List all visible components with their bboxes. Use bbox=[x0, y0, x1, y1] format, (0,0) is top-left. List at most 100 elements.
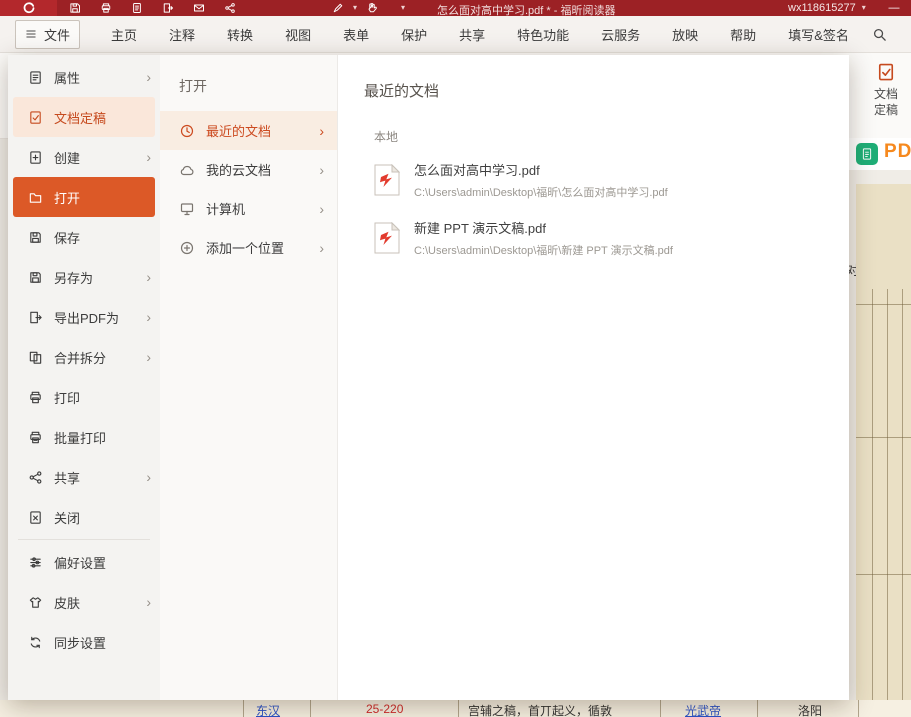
file-name: 新建 PPT 演示文稿.pdf bbox=[414, 218, 673, 237]
table-cell-dynasty: 东汉 bbox=[256, 702, 280, 717]
submenu-arrow-icon: › bbox=[146, 150, 151, 164]
save-as-icon bbox=[28, 270, 43, 285]
account-menu[interactable]: wx118615277 ▾ bbox=[788, 2, 866, 14]
submenu-arrow-icon: › bbox=[146, 350, 151, 364]
computer-icon bbox=[179, 201, 195, 217]
file-menu-properties[interactable]: 属性 › bbox=[8, 57, 160, 97]
document-area: 对象 bbox=[845, 170, 911, 700]
menu-protect[interactable]: 保护 bbox=[401, 25, 427, 44]
file-menu-open[interactable]: 打开 › bbox=[13, 177, 155, 217]
submenu-arrow-icon: › bbox=[146, 310, 151, 324]
file-menu-skin[interactable]: 皮肤 › bbox=[8, 582, 160, 622]
file-menu-create[interactable]: 创建 › bbox=[8, 137, 160, 177]
pdf-file-icon bbox=[374, 222, 400, 254]
menu-home[interactable]: 主页 bbox=[111, 25, 137, 44]
open-panel-title: 打开 bbox=[160, 55, 337, 111]
minimize-button[interactable]: — bbox=[884, 0, 904, 15]
open-submenu-panel: 打开 最近的文档 › 我的云文档 › 计算机 › 添加一个位置 › bbox=[160, 55, 338, 700]
menu-comment[interactable]: 注释 bbox=[169, 25, 195, 44]
menu-share[interactable]: 共享 bbox=[459, 25, 485, 44]
file-menu-save-as[interactable]: 另存为 › bbox=[8, 257, 160, 297]
cloud-icon bbox=[179, 162, 195, 178]
menu-present[interactable]: 放映 bbox=[672, 25, 698, 44]
file-menu-close[interactable]: 关闭 › bbox=[8, 497, 160, 537]
table-cell-emperor: 光武帝 bbox=[685, 702, 721, 717]
combine-split-icon bbox=[28, 350, 43, 365]
submenu-arrow-icon: › bbox=[319, 163, 324, 177]
share-icon[interactable] bbox=[224, 2, 236, 14]
file-menu-export-pdf[interactable]: 导出PDF为 › bbox=[8, 297, 160, 337]
create-icon bbox=[28, 150, 43, 165]
hamburger-icon bbox=[25, 28, 37, 40]
pdf-converter-widget[interactable]: PD bbox=[845, 138, 911, 170]
menu-features[interactable]: 特色功能 bbox=[517, 25, 569, 44]
clock-icon bbox=[179, 123, 195, 139]
document-table-row: 东汉 25-220 宫辅之稿，首丌起义，循敦 光武帝 洛阳 bbox=[0, 700, 911, 717]
open-recent-documents[interactable]: 最近的文档 › bbox=[160, 111, 337, 150]
open-add-place[interactable]: 添加一个位置 › bbox=[160, 228, 337, 267]
batch-print-icon bbox=[28, 430, 43, 445]
sync-icon bbox=[28, 635, 43, 650]
table-line bbox=[858, 700, 859, 717]
file-menu-print[interactable]: 打印 › bbox=[8, 377, 160, 417]
submenu-arrow-icon: › bbox=[146, 70, 151, 84]
file-menu-share[interactable]: 共享 › bbox=[8, 457, 160, 497]
page-table-line bbox=[856, 574, 911, 575]
file-menu-sync-settings[interactable]: 同步设置 › bbox=[8, 622, 160, 662]
file-menu-batch-print[interactable]: 批量打印 › bbox=[8, 417, 160, 457]
file-menu-sidebar: 属性 › 文档定稿 › 创建 › 打开 › 保存 › bbox=[8, 55, 160, 700]
menu-convert[interactable]: 转换 bbox=[227, 25, 253, 44]
search-icon[interactable] bbox=[872, 27, 887, 42]
share-icon bbox=[28, 470, 43, 485]
table-line bbox=[458, 700, 459, 717]
hand-tool-icon[interactable] bbox=[366, 2, 378, 14]
recent-file-row[interactable]: 怎么面对高中学习.pdf C:\Users\admin\Desktop\福昕\怎… bbox=[364, 151, 829, 209]
menu-help[interactable]: 帮助 bbox=[730, 25, 756, 44]
foxit-logo[interactable] bbox=[0, 0, 57, 16]
menu-file[interactable]: 文件 bbox=[15, 20, 80, 49]
menubar: 文件 主页 注释 转换 视图 表单 保护 共享 特色功能 云服务 放映 帮助 填… bbox=[0, 16, 911, 53]
menu-cloud[interactable]: 云服务 bbox=[601, 25, 640, 44]
file-menu-preferences[interactable]: 偏好设置 › bbox=[8, 542, 160, 582]
export-icon[interactable] bbox=[162, 2, 174, 14]
file-path: C:\Users\admin\Desktop\福昕\怎么面对高中学习.pdf bbox=[414, 184, 668, 200]
table-cell-capital: 洛阳 bbox=[798, 702, 822, 717]
page-table-line bbox=[856, 437, 911, 438]
save-icon bbox=[28, 230, 43, 245]
file-menu-save[interactable]: 保存 › bbox=[8, 217, 160, 257]
local-section-label: 本地 bbox=[374, 128, 829, 145]
table-cell-years: 25-220 bbox=[366, 702, 403, 716]
submenu-arrow-icon: › bbox=[146, 595, 151, 609]
tool-dropdown-caret-icon[interactable]: ▾ bbox=[353, 4, 357, 12]
recent-file-row[interactable]: 新建 PPT 演示文稿.pdf C:\Users\admin\Desktop\福… bbox=[364, 209, 829, 267]
preferences-icon bbox=[28, 555, 43, 570]
file-path: C:\Users\admin\Desktop\福昕\新建 PPT 演示文稿.pd… bbox=[414, 242, 673, 258]
menu-fill-sign[interactable]: 填写&签名 bbox=[788, 25, 849, 44]
save-icon[interactable] bbox=[69, 2, 81, 14]
file-menu-finalize[interactable]: 文档定稿 › bbox=[13, 97, 155, 137]
account-caret-icon: ▾ bbox=[862, 4, 866, 12]
highlight-tool-icon[interactable] bbox=[332, 2, 344, 14]
pdf-file-icon bbox=[374, 164, 400, 196]
page-table-line bbox=[902, 289, 903, 700]
table-line bbox=[243, 700, 244, 717]
add-place-icon bbox=[179, 240, 195, 256]
document-icon[interactable] bbox=[131, 2, 143, 14]
page-table-line bbox=[887, 289, 888, 700]
open-computer[interactable]: 计算机 › bbox=[160, 189, 337, 228]
file-backstage-panel: 属性 › 文档定稿 › 创建 › 打开 › 保存 › bbox=[8, 55, 849, 700]
recent-documents-title: 最近的文档 bbox=[364, 80, 829, 101]
export-pdf-icon bbox=[28, 310, 43, 325]
mail-icon[interactable] bbox=[193, 2, 205, 14]
file-menu-combine-split[interactable]: 合并拆分 › bbox=[8, 337, 160, 377]
app-window: 文档 定稿 PD 对象 东汉 25-220 宫辅之稿，首丌起义， bbox=[0, 0, 911, 717]
open-cloud-documents[interactable]: 我的云文档 › bbox=[160, 150, 337, 189]
quick-toolbar-caret-icon[interactable]: ▾ bbox=[401, 3, 405, 12]
print-icon[interactable] bbox=[100, 2, 112, 14]
menu-view[interactable]: 视图 bbox=[285, 25, 311, 44]
doc-finalize-toolbar-button[interactable]: 文档 定稿 bbox=[862, 62, 910, 118]
doc-finalize-label-line1: 文档 bbox=[862, 86, 910, 102]
menu-form[interactable]: 表单 bbox=[343, 25, 369, 44]
table-line bbox=[660, 700, 661, 717]
submenu-arrow-icon: › bbox=[146, 470, 151, 484]
